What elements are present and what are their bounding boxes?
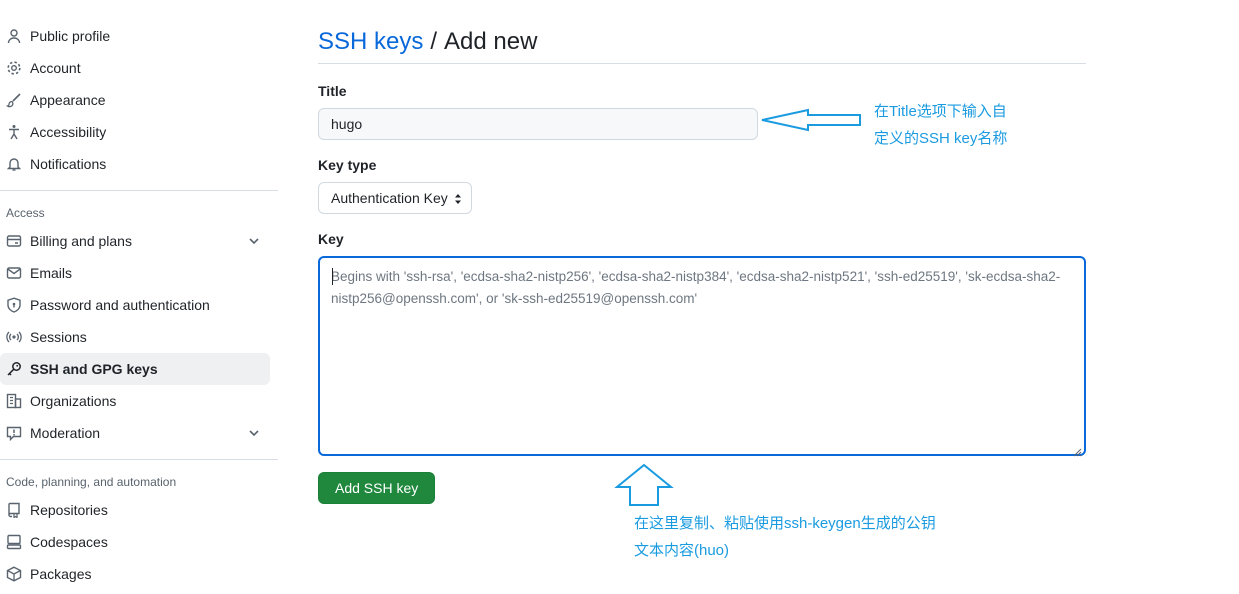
settings-sidebar: Public profile Account Appearance Access… bbox=[0, 20, 278, 590]
paintbrush-icon bbox=[6, 92, 22, 108]
sidebar-item-label: Codespaces bbox=[30, 534, 108, 550]
chevron-down-icon[interactable] bbox=[246, 233, 262, 249]
report-icon bbox=[6, 425, 22, 441]
sidebar-divider bbox=[0, 459, 278, 460]
sidebar-item-appearance[interactable]: Appearance bbox=[0, 84, 270, 116]
add-ssh-key-button[interactable]: Add SSH key bbox=[318, 472, 436, 504]
title-annotation-line2: 定义的SSH key名称 bbox=[874, 130, 1008, 147]
title-input[interactable]: hugo bbox=[318, 108, 758, 140]
key-icon bbox=[6, 361, 22, 377]
sidebar-item-sessions[interactable]: Sessions bbox=[0, 321, 270, 353]
left-arrow-annotation bbox=[761, 108, 861, 132]
sidebar-item-label: Account bbox=[30, 60, 81, 76]
broadcast-icon bbox=[6, 329, 22, 345]
key-textarea[interactable]: Begins with 'ssh-rsa', 'ecdsa-sha2-nistp… bbox=[318, 256, 1086, 457]
sidebar-item-ssh-gpg-keys[interactable]: SSH and GPG keys bbox=[0, 353, 270, 385]
title-annotation-line1: 在Title选项下输入自 bbox=[874, 103, 1007, 120]
sidebar-item-codespaces[interactable]: Codespaces bbox=[0, 526, 270, 558]
sidebar-item-label: Public profile bbox=[30, 28, 111, 44]
sidebar-item-password-authentication[interactable]: Password and authentication bbox=[0, 289, 270, 321]
shield-lock-icon bbox=[6, 297, 22, 313]
main-content: SSH keys / Add new Title hugo Key type A… bbox=[318, 20, 1086, 504]
package-icon bbox=[6, 566, 22, 582]
key-type-select[interactable]: Authentication Key bbox=[318, 182, 472, 214]
key-annotation: 在这里复制、粘贴使用ssh-keygen生成的公钥 文本内容(huo) bbox=[634, 510, 936, 564]
key-type-label: Key type bbox=[318, 157, 377, 173]
sidebar-item-billing[interactable]: Billing and plans bbox=[0, 225, 270, 257]
sidebar-item-moderation[interactable]: Moderation bbox=[0, 417, 270, 449]
text-caret bbox=[332, 268, 333, 285]
organization-icon bbox=[6, 393, 22, 409]
sidebar-item-packages[interactable]: Packages bbox=[0, 558, 270, 590]
mail-icon bbox=[6, 265, 22, 281]
up-arrow-annotation bbox=[614, 463, 674, 506]
select-arrows-icon bbox=[453, 192, 463, 206]
resize-handle-icon[interactable] bbox=[1072, 442, 1082, 457]
sidebar-item-organizations[interactable]: Organizations bbox=[0, 385, 270, 417]
breadcrumb-separator: / bbox=[430, 27, 438, 55]
sidebar-item-label: Emails bbox=[30, 265, 73, 281]
breadcrumb-ssh-keys-link[interactable]: SSH keys bbox=[318, 28, 423, 56]
sidebar-item-label: Billing and plans bbox=[30, 233, 132, 249]
person-icon bbox=[6, 28, 22, 44]
repo-icon bbox=[6, 502, 22, 518]
key-annotation-line1: 在这里复制、粘贴使用ssh-keygen生成的公钥 bbox=[634, 515, 936, 532]
gear-icon bbox=[6, 60, 22, 76]
page-title: SSH keys / Add new bbox=[318, 20, 1086, 64]
bell-icon bbox=[6, 156, 22, 172]
sidebar-item-label: Accessibility bbox=[30, 124, 107, 140]
sidebar-item-label: Moderation bbox=[30, 425, 101, 441]
chevron-down-icon[interactable] bbox=[246, 425, 262, 441]
sidebar-item-label: Sessions bbox=[30, 329, 87, 345]
sidebar-section-code: Code, planning, and automation bbox=[6, 475, 177, 489]
sidebar-item-label: Appearance bbox=[30, 92, 106, 108]
accessibility-icon bbox=[6, 124, 22, 140]
sidebar-item-label: Password and authentication bbox=[30, 297, 210, 313]
key-type-value: Authentication Key bbox=[331, 190, 448, 206]
codespaces-icon bbox=[6, 534, 22, 550]
title-annotation: 在Title选项下输入自 定义的SSH key名称 bbox=[874, 98, 1007, 152]
sidebar-item-label: Notifications bbox=[30, 156, 107, 172]
sidebar-item-repositories[interactable]: Repositories bbox=[0, 494, 270, 526]
sidebar-item-label: Packages bbox=[30, 566, 92, 582]
key-label: Key bbox=[318, 231, 344, 247]
sidebar-item-label: Repositories bbox=[30, 502, 108, 518]
sidebar-item-accessibility[interactable]: Accessibility bbox=[0, 116, 270, 148]
sidebar-item-label: Organizations bbox=[30, 393, 117, 409]
key-annotation-line2: 文本内容(huo) bbox=[634, 542, 730, 559]
sidebar-item-account[interactable]: Account bbox=[0, 52, 270, 84]
sidebar-item-public-profile[interactable]: Public profile bbox=[0, 20, 270, 52]
sidebar-item-notifications[interactable]: Notifications bbox=[0, 148, 270, 180]
sidebar-divider bbox=[0, 190, 278, 191]
sidebar-section-access: Access bbox=[6, 206, 45, 220]
sidebar-item-emails[interactable]: Emails bbox=[0, 257, 270, 289]
credit-card-icon bbox=[6, 233, 22, 249]
breadcrumb-current: Add new bbox=[444, 27, 538, 55]
sidebar-item-label: SSH and GPG keys bbox=[30, 361, 158, 377]
key-placeholder: Begins with 'ssh-rsa', 'ecdsa-sha2-nistp… bbox=[331, 269, 1061, 306]
